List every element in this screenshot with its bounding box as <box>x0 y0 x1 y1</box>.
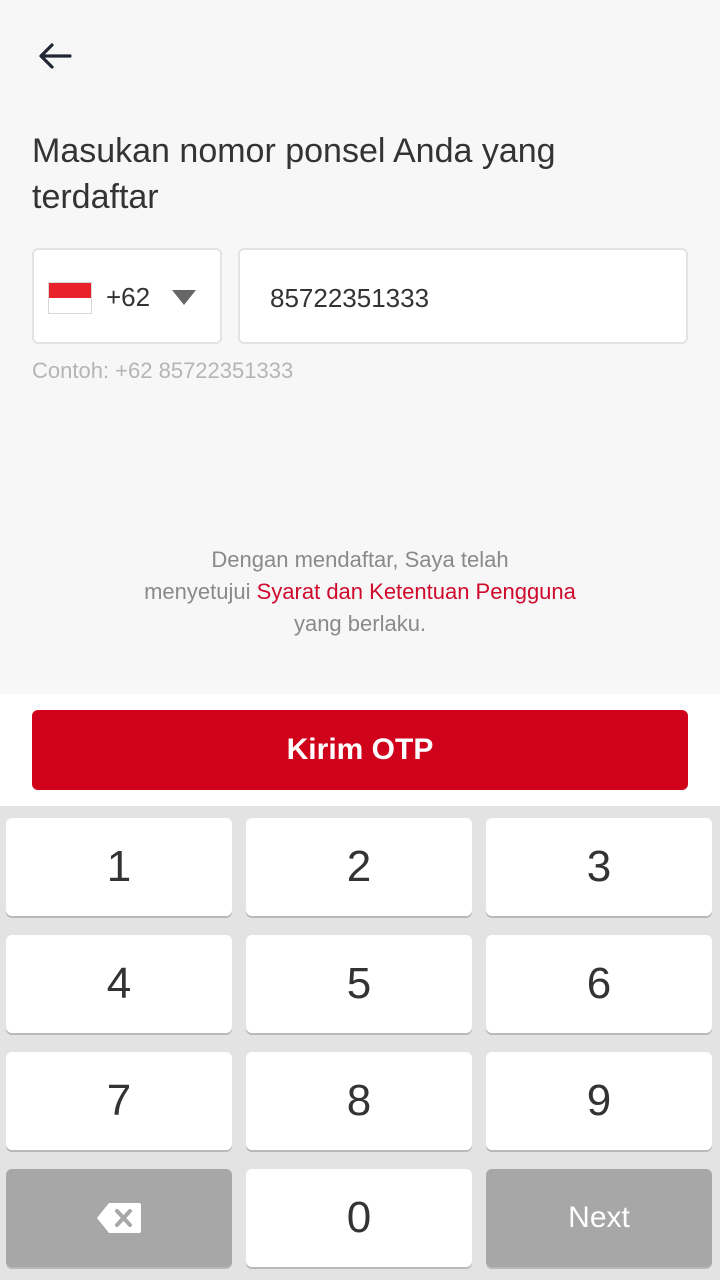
example-hint: Contoh: +62 85722351333 <box>32 358 294 383</box>
indonesia-flag-icon <box>48 282 92 314</box>
key-9[interactable]: 9 <box>486 1052 712 1150</box>
arrow-left-icon <box>39 43 72 69</box>
terms-line-1: Dengan mendaftar, Saya telah <box>211 547 509 572</box>
backspace-key[interactable] <box>6 1169 232 1267</box>
key-0[interactable]: 0 <box>246 1169 472 1267</box>
terms-line-2: menyetujui Syarat dan Ketentuan Pengguna <box>60 576 660 608</box>
next-key[interactable]: Next <box>486 1169 712 1267</box>
send-otp-button[interactable]: Kirim OTP <box>32 710 688 790</box>
phone-field[interactable] <box>238 248 688 344</box>
key-1[interactable]: 1 <box>6 818 232 916</box>
key-4[interactable]: 4 <box>6 935 232 1033</box>
terms-line-3: yang berlaku. <box>293 611 427 636</box>
button-area: Kirim OTP <box>0 694 720 806</box>
backspace-icon <box>97 1203 141 1233</box>
page-title: Masukan nomor ponsel Anda yang terdaftar <box>32 132 556 216</box>
next-key-label: Next <box>568 1201 630 1234</box>
caret-down-icon <box>172 290 196 305</box>
country-code: +62 <box>106 282 151 312</box>
content-area: Masukan nomor ponsel Anda yang terdaftar… <box>0 0 720 694</box>
terms-text: Dengan mendaftar, Saya telah menyetujui … <box>60 544 660 640</box>
phone-input[interactable] <box>270 278 660 318</box>
key-5[interactable]: 5 <box>246 935 472 1033</box>
numeric-keyboard: 1 2 3 4 5 6 7 8 9 0 Next <box>0 806 720 1280</box>
key-7[interactable]: 7 <box>6 1052 232 1150</box>
terms-prefix: menyetujui <box>144 579 257 604</box>
key-8[interactable]: 8 <box>246 1052 472 1150</box>
country-code-selector[interactable]: +62 <box>32 248 222 344</box>
key-6[interactable]: 6 <box>486 935 712 1033</box>
key-3[interactable]: 3 <box>486 818 712 916</box>
key-2[interactable]: 2 <box>246 818 472 916</box>
terms-link[interactable]: Syarat dan Ketentuan Pengguna <box>257 579 576 604</box>
back-button[interactable] <box>32 36 80 76</box>
